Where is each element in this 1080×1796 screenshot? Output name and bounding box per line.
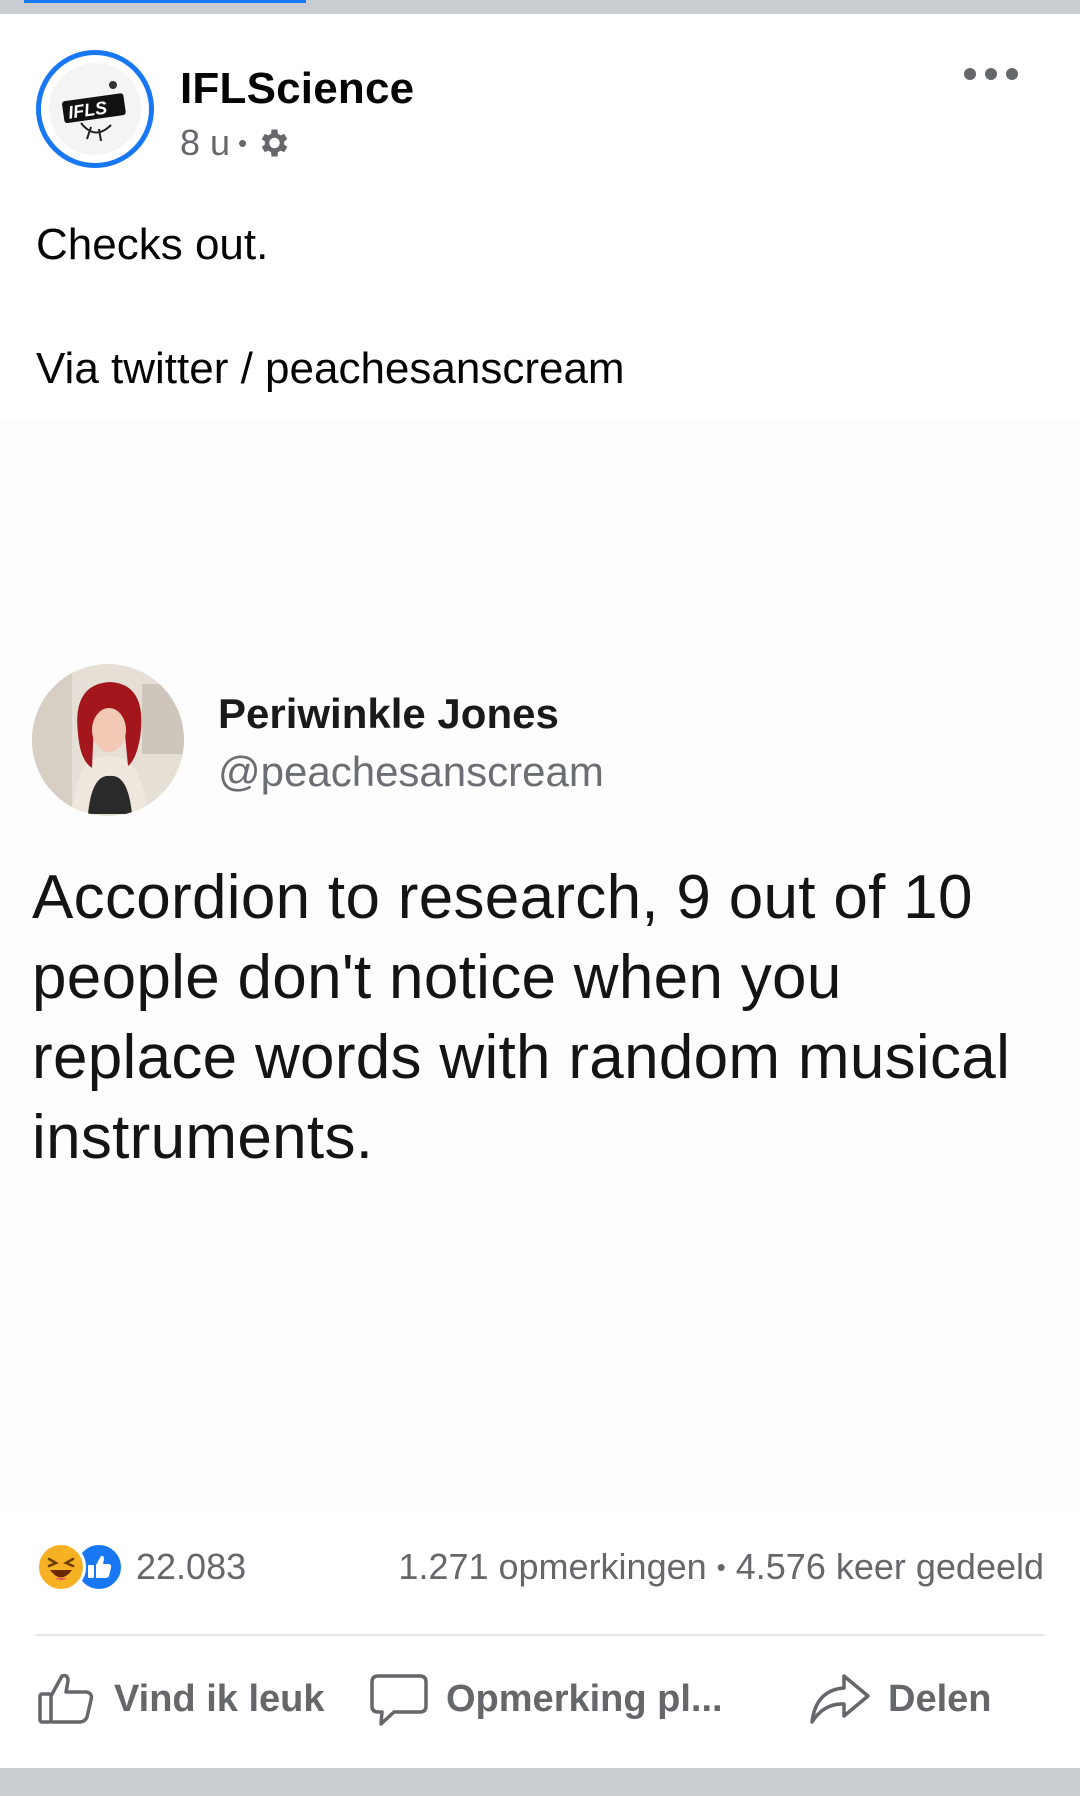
caption-gap [36,276,625,338]
reaction-summary[interactable]: 22.083 [36,1542,246,1592]
count-separator: • [716,1551,726,1582]
speech-bubble-icon [370,1674,428,1726]
engagement-counts: 1.271 opmerkingen • 4.576 keer gedeeld [398,1546,1044,1588]
haha-reaction-icon [36,1542,86,1592]
share-button[interactable]: Delen [808,1668,991,1730]
facebook-post-view: IFLS IFLScience 8 u • Checks out. Via tw… [0,0,1080,1796]
share-label: Delen [888,1677,992,1720]
tweet-author-handle: @peachesanscream [218,748,604,795]
comment-label: Opmerking pl... [446,1677,723,1720]
page-name[interactable]: IFLScience [180,64,414,114]
author-photo-icon [32,664,184,816]
page-avatar[interactable]: IFLS [36,50,154,168]
avatar-logo-text: IFLS [67,97,108,122]
gear-icon[interactable] [255,125,291,161]
meta-separator: • [238,127,248,158]
tweet-text: Accordion to research, 9 out of 10 peopl… [32,863,1011,1172]
actions-divider [36,1634,1044,1636]
share-count[interactable]: 4.576 keer gedeeld [736,1546,1044,1588]
like-button[interactable]: Vind ik leuk [36,1668,324,1730]
comment-button[interactable]: Opmerking pl... [368,1668,723,1730]
tweet-author-avatar [32,664,184,816]
post-image[interactable]: Periwinkle Jones @peachesanscream Accord… [0,420,1080,1510]
post-meta: 8 u • [180,122,291,164]
caption-line-2: Via twitter / peachesanscream [36,344,625,393]
reaction-count: 22.083 [136,1546,247,1587]
post-stats: 22.083 1.271 opmerkingen • 4.576 keer ge… [0,1536,1080,1606]
post-actions: Vind ik leuk Opmerking pl... Delen [0,1640,1080,1766]
ifls-logo-icon: IFLS [62,81,126,142]
more-options-icon[interactable] [956,54,1026,94]
post-header: IFLS IFLScience 8 u • [0,14,1080,194]
thumbs-up-icon [38,1673,94,1724]
like-label: Vind ik leuk [114,1677,325,1720]
caption-line-1: Checks out. [36,220,269,269]
post-time[interactable]: 8 u [180,122,230,164]
top-divider [0,0,1080,14]
share-arrow-icon [810,1674,870,1724]
post-caption: Checks out. Via twitter / peachesanscrea… [36,214,625,400]
bottom-divider [0,1768,1080,1796]
comment-count[interactable]: 1.271 opmerkingen [398,1546,706,1588]
tweet-author-name: Periwinkle Jones [218,690,559,737]
tab-indicator [24,0,306,3]
